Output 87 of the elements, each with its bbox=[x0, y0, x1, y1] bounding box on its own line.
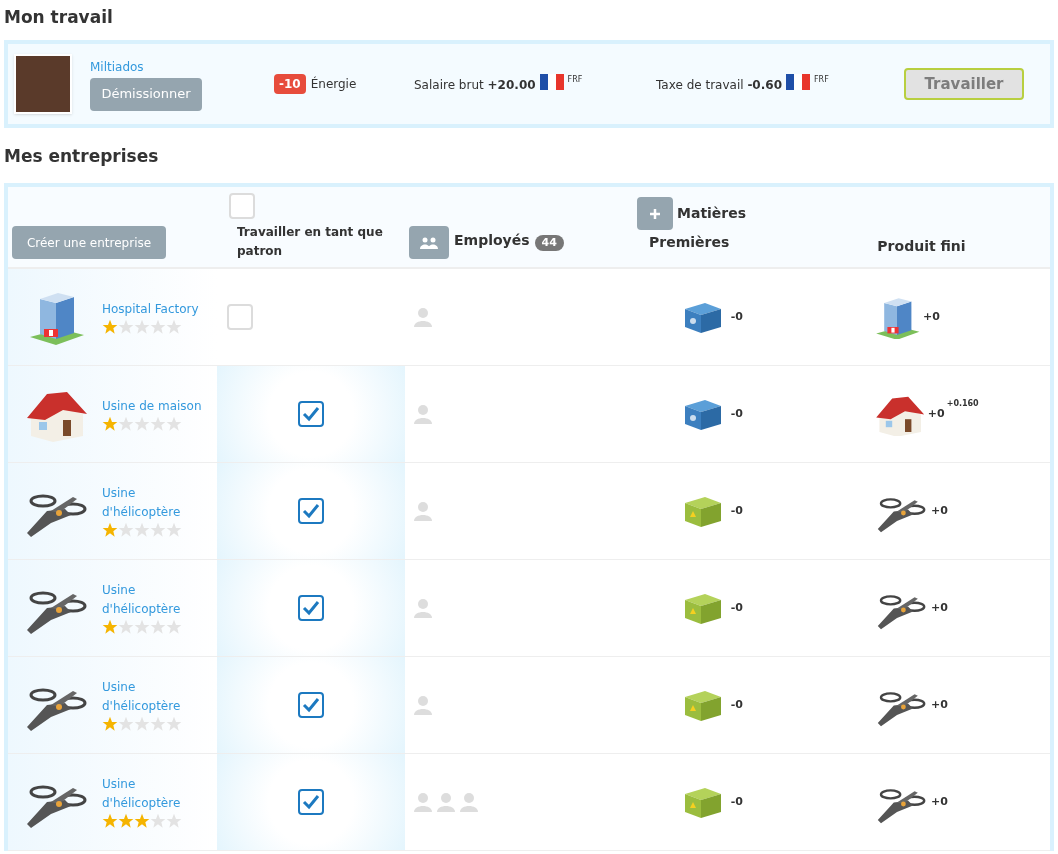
check-icon bbox=[302, 794, 320, 810]
product-amount: +0 bbox=[923, 308, 940, 325]
column-header: Travailler en tant que patron bbox=[236, 224, 384, 260]
person-icon bbox=[413, 501, 433, 521]
person-icon bbox=[459, 792, 479, 812]
star-icon bbox=[102, 813, 118, 829]
product-amount: +0 bbox=[931, 502, 948, 519]
employees-button[interactable] bbox=[409, 226, 449, 259]
star-icon bbox=[150, 619, 166, 635]
star-icon bbox=[166, 716, 182, 732]
star-icon bbox=[150, 318, 166, 335]
star-icon bbox=[166, 619, 182, 635]
star-icon bbox=[150, 813, 166, 829]
section-title: Mon travail bbox=[3, 6, 114, 29]
tax-text: Taxe de travail -0.60 bbox=[656, 77, 782, 94]
star-icon bbox=[134, 415, 150, 432]
person-icon bbox=[413, 598, 433, 618]
column-header: Matières bbox=[677, 204, 747, 223]
raw-amount: -0 bbox=[730, 793, 743, 810]
person-icon bbox=[413, 695, 433, 715]
checkbox[interactable] bbox=[298, 789, 324, 815]
employer-link[interactable]: Miltiados bbox=[90, 57, 240, 76]
star-icon bbox=[102, 318, 118, 335]
raw-amount: -0 bbox=[730, 308, 743, 325]
star-icon bbox=[150, 522, 166, 538]
star-icon bbox=[134, 619, 150, 635]
star-icon bbox=[118, 716, 134, 732]
checkbox[interactable] bbox=[298, 401, 324, 427]
check-icon bbox=[302, 406, 320, 422]
checkbox[interactable] bbox=[298, 498, 324, 524]
person-icon bbox=[436, 792, 456, 812]
star-icon bbox=[166, 318, 182, 335]
company-link[interactable]: Hospital Factory bbox=[102, 299, 208, 319]
column-header: Premières bbox=[648, 233, 731, 252]
star-icon bbox=[118, 813, 134, 829]
star-icon bbox=[102, 522, 118, 538]
checkbox[interactable] bbox=[298, 595, 324, 621]
people-icon bbox=[420, 236, 438, 249]
star-icon bbox=[150, 415, 166, 432]
star-icon bbox=[150, 716, 166, 732]
energy-badge: -10 bbox=[274, 74, 306, 94]
star-icon bbox=[102, 716, 118, 732]
star-icon bbox=[134, 318, 150, 335]
product-amount: +0 bbox=[931, 793, 948, 810]
bonus-amount: +0.160 bbox=[946, 398, 979, 410]
section-title: Mes entreprises bbox=[3, 145, 160, 168]
star-icon bbox=[166, 813, 182, 829]
plus-icon bbox=[650, 208, 660, 219]
salary-text: Salaire brut +20.00 bbox=[414, 77, 536, 94]
person-icon bbox=[413, 792, 433, 812]
star-icon bbox=[118, 522, 134, 538]
product-amount: +0 bbox=[931, 696, 948, 713]
star-icon bbox=[118, 619, 134, 635]
add-button[interactable] bbox=[637, 197, 673, 230]
raw-amount: -0 bbox=[730, 599, 743, 616]
star-icon bbox=[166, 522, 182, 538]
checkbox[interactable] bbox=[298, 692, 324, 718]
column-header: Produit fini bbox=[877, 237, 966, 256]
flag-icon bbox=[539, 74, 564, 90]
check-icon bbox=[302, 600, 320, 616]
raw-amount: -0 bbox=[730, 502, 743, 519]
raw-amount: -0 bbox=[730, 405, 743, 422]
star-icon bbox=[166, 415, 182, 432]
star-icon bbox=[134, 716, 150, 732]
star-icon bbox=[102, 619, 118, 635]
star-icon bbox=[102, 415, 118, 432]
check-icon bbox=[302, 697, 320, 713]
photo-placeholder bbox=[14, 54, 72, 114]
person-icon bbox=[413, 404, 433, 424]
currency-label: FRF bbox=[814, 74, 829, 86]
count-badge: 44 bbox=[534, 234, 564, 251]
currency-label: FRF bbox=[567, 74, 583, 86]
resign-button[interactable]: Démissionner bbox=[90, 77, 202, 111]
product-amount: +0 bbox=[931, 599, 948, 616]
person-icon bbox=[413, 307, 433, 327]
column-header: Employés bbox=[454, 231, 530, 250]
product-amount: +0 bbox=[927, 405, 945, 422]
energy-label: Énergie bbox=[310, 75, 357, 93]
company-link[interactable]: Usine de maison bbox=[102, 396, 208, 416]
star-icon bbox=[134, 522, 150, 538]
flag-icon bbox=[786, 74, 810, 90]
star-icon bbox=[118, 415, 134, 432]
raw-amount: -0 bbox=[730, 696, 743, 713]
check-icon bbox=[302, 503, 320, 519]
star-icon bbox=[118, 318, 134, 335]
create-company-button[interactable]: Créer une entreprise bbox=[12, 226, 166, 259]
star-icon bbox=[134, 813, 150, 829]
